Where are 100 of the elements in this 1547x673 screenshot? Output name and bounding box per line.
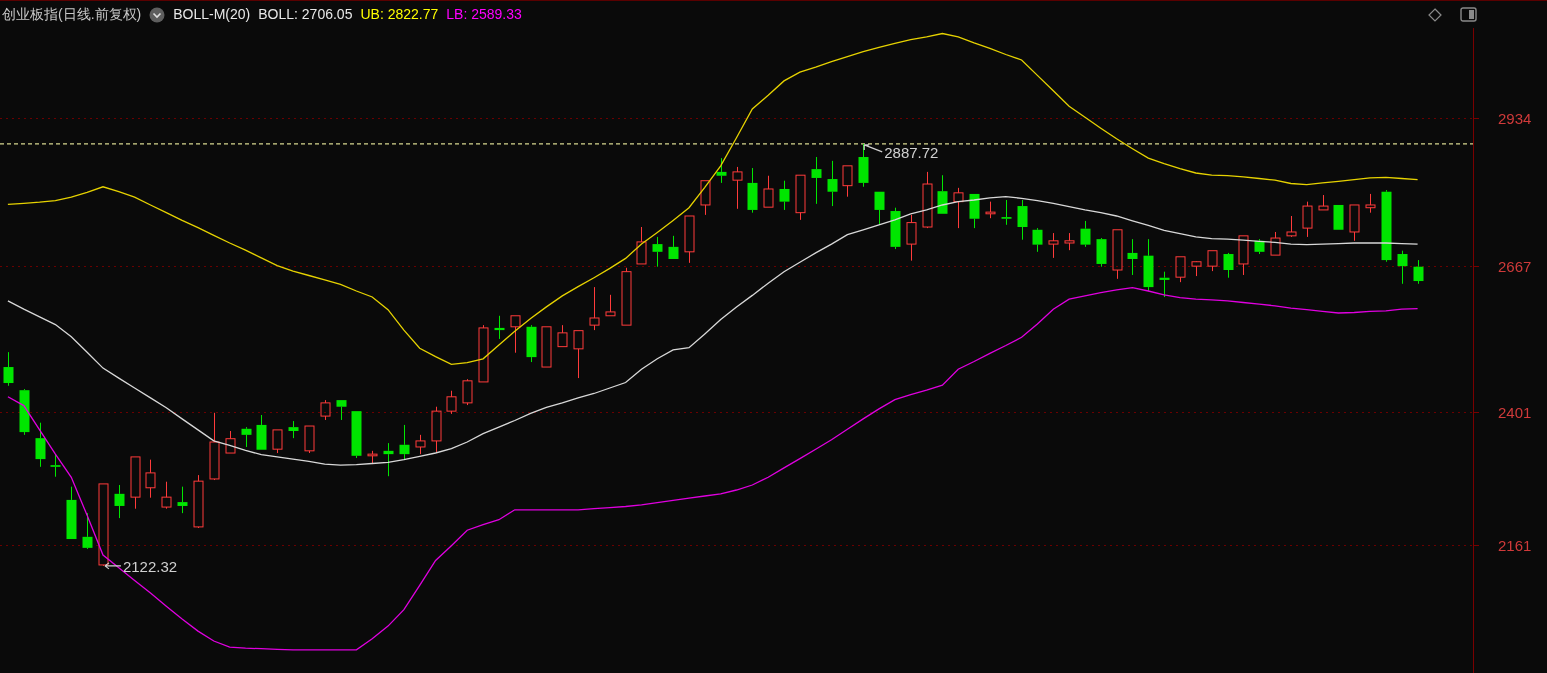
candlestick [684, 215, 695, 264]
candlestick [1286, 215, 1297, 238]
candlestick [462, 378, 473, 406]
candlestick [922, 171, 933, 229]
indicator-reading: UB: 2822.77 [360, 5, 439, 24]
candlestick [351, 410, 362, 459]
candlestick [1223, 252, 1234, 279]
candlestick [1365, 193, 1376, 214]
candlestick [1080, 220, 1091, 248]
candlestick [1191, 260, 1202, 277]
candlestick [1159, 271, 1170, 298]
candlestick [66, 486, 77, 540]
candlestick [795, 174, 806, 221]
candlestick [906, 214, 917, 262]
candlestick [399, 424, 410, 461]
candlestick [842, 165, 853, 198]
candlestick [1175, 256, 1186, 283]
candlestick [193, 474, 204, 529]
candlestick [937, 174, 948, 215]
candlestick [114, 484, 125, 519]
axis-label: 2161 [1498, 536, 1532, 554]
candlestick [1333, 204, 1344, 231]
axis-label: 2401 [1498, 403, 1532, 421]
candlestick [779, 180, 790, 211]
price-label: 2887.72 [884, 143, 939, 161]
candlestick [1318, 194, 1329, 211]
candlestick [256, 414, 267, 451]
candlestick [510, 315, 521, 354]
indicator-name: BOLL-M(20) [173, 5, 251, 24]
candlestick [969, 193, 980, 229]
candlestick [209, 412, 220, 481]
candlestick [415, 434, 426, 455]
panel-toggle-icon[interactable] [1460, 7, 1477, 22]
candlestick [431, 406, 442, 453]
candlestick [1032, 227, 1043, 253]
candlestick [82, 512, 93, 550]
chevron-down-icon[interactable] [149, 6, 166, 23]
candlestick [636, 226, 647, 265]
price-label: 2122.32 [122, 557, 178, 575]
candlestick [953, 187, 964, 229]
candlestick [811, 156, 822, 205]
candlestick [589, 286, 600, 331]
candlestick [304, 425, 315, 454]
candlestick [19, 388, 30, 436]
candlestick [1207, 250, 1218, 272]
candlestick [1017, 199, 1028, 241]
axis-label: 2934 [1498, 109, 1532, 127]
candlestick [621, 267, 632, 326]
axis-label: 2667 [1498, 257, 1532, 275]
indicator-reading: LB: 2589.33 [446, 5, 522, 24]
candlestick [1238, 235, 1249, 276]
candlestick [145, 459, 156, 499]
candlestick [1112, 229, 1123, 280]
candlestick [1397, 250, 1408, 285]
candlestick [605, 294, 616, 317]
indicator-reading: BOLL: 2706.05 [258, 5, 353, 24]
candlestick [320, 399, 331, 421]
candlestick [1143, 238, 1154, 292]
leader-arrow [863, 144, 883, 153]
candlestick [763, 175, 774, 208]
candlestick [288, 420, 299, 439]
candlestick [1096, 237, 1107, 268]
candlestick [700, 180, 711, 216]
candlestick [1413, 259, 1424, 285]
candlestick [985, 201, 996, 219]
candlestick [494, 315, 505, 340]
candlestick [35, 422, 46, 468]
candlestick [367, 450, 378, 465]
candlestick [161, 481, 172, 510]
candlestick [874, 191, 885, 226]
candlestick [573, 330, 584, 379]
candlestick [668, 235, 679, 260]
candlestick [225, 430, 236, 454]
candlestick [446, 390, 457, 415]
candlestick [336, 399, 347, 421]
diamond-icon[interactable] [1428, 7, 1442, 22]
candlestick [478, 324, 489, 383]
candlestick [130, 456, 141, 510]
candlestick [177, 486, 188, 514]
leader-arrow [104, 562, 122, 570]
candlestick [747, 167, 758, 214]
candlestick [3, 351, 14, 387]
candlestick [1064, 232, 1075, 251]
candlestick [1349, 204, 1360, 242]
candlestick [1048, 232, 1059, 259]
candlestick [241, 426, 252, 448]
candlestick [272, 429, 283, 454]
candlestick [827, 160, 838, 207]
candlestick [716, 157, 727, 184]
candlestick [1001, 199, 1012, 226]
candlestick [526, 324, 537, 363]
candlestick [652, 236, 663, 268]
chart-title: 创业板指(日线.前复权) [2, 5, 142, 24]
candlestick [858, 143, 869, 188]
candlestick [1127, 238, 1138, 276]
candlestick [1302, 201, 1313, 238]
candlestick [541, 326, 552, 368]
candlestick [50, 454, 61, 478]
candlestick [1270, 231, 1281, 256]
candlestick [732, 166, 743, 210]
